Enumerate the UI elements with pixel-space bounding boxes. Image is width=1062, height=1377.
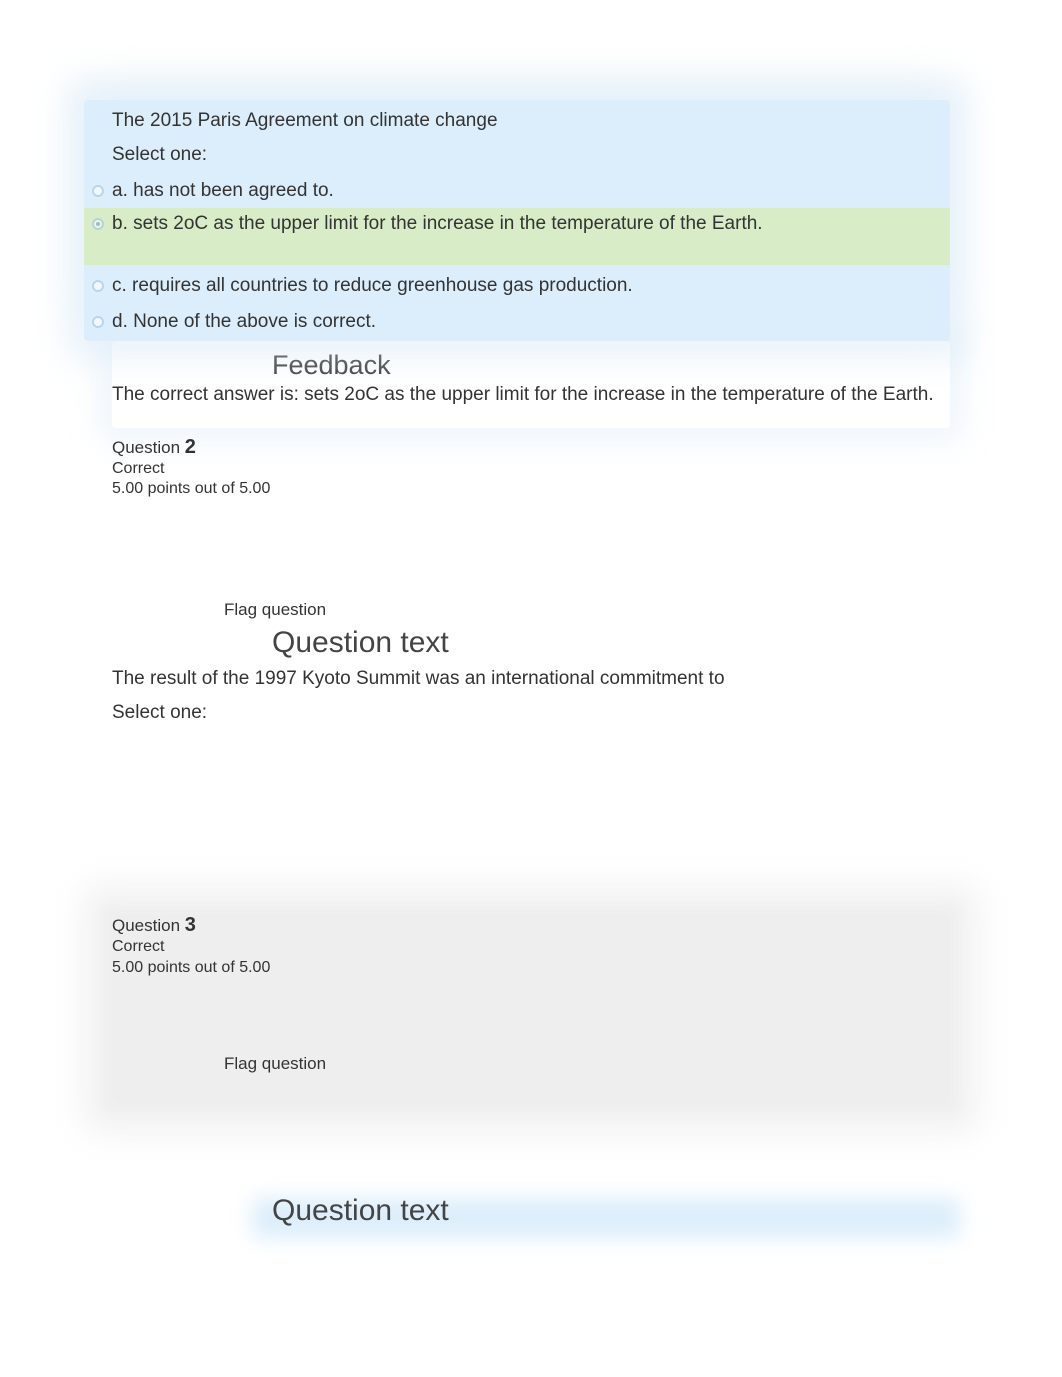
radio-icon <box>84 185 112 197</box>
q1-option-c-text: c. requires all countries to reduce gree… <box>112 275 940 297</box>
q1-option-a-text: a. has not been agreed to. <box>112 180 940 202</box>
q3-flag-question[interactable]: Flag question <box>224 1054 950 1074</box>
q2-prompt: The result of the 1997 Kyoto Summit was … <box>112 668 950 690</box>
radio-icon <box>84 280 112 292</box>
q1-option-d-text: d. None of the above is correct. <box>112 311 940 333</box>
q1-select-one: Select one: <box>84 136 950 176</box>
radio-icon <box>84 316 112 328</box>
q3-number-line: Question 3 <box>112 914 950 937</box>
q1-option-b[interactable]: b. sets 2oC as the upper limit for the i… <box>84 208 950 265</box>
q3-points: 5.00 points out of 5.00 <box>112 958 950 979</box>
question-number: 3 <box>185 914 196 936</box>
q2-flag-question[interactable]: Flag question <box>224 600 950 620</box>
q2-header: Question 2 Correct 5.00 points out of 5.… <box>112 436 950 501</box>
question-label: Question <box>112 438 180 457</box>
radio-icon <box>84 218 112 230</box>
q2-number-line: Question 2 <box>112 436 950 459</box>
q1-option-a[interactable]: a. has not been agreed to. <box>84 176 950 208</box>
q1-prompt: The 2015 Paris Agreement on climate chan… <box>84 100 950 136</box>
q3-section-title: Question text <box>272 1194 950 1228</box>
q2-section-title: Question text <box>272 626 950 660</box>
q2-status: Correct <box>112 459 950 480</box>
q1-option-c[interactable]: c. requires all countries to reduce gree… <box>84 265 950 307</box>
q2-points: 5.00 points out of 5.00 <box>112 479 950 500</box>
question-label: Question <box>112 916 180 935</box>
q2-select-one: Select one: <box>112 702 950 724</box>
question-number: 2 <box>185 436 196 458</box>
q1-option-d[interactable]: d. None of the above is correct. <box>84 307 950 341</box>
q3-status: Correct <box>112 937 950 958</box>
q3-header: Question 3 Correct 5.00 points out of 5.… <box>112 914 950 979</box>
q1-answer-block: The 2015 Paris Agreement on climate chan… <box>84 100 950 341</box>
q1-option-b-text: b. sets 2oC as the upper limit for the i… <box>112 213 940 235</box>
feedback-heading: Feedback <box>112 344 944 383</box>
feedback-text: The correct answer is: sets 2oC as the u… <box>112 383 944 408</box>
q3-block: Question 3 Correct 5.00 points out of 5.… <box>112 914 950 1228</box>
q1-feedback-block: Feedback The correct answer is: sets 2oC… <box>112 341 950 428</box>
